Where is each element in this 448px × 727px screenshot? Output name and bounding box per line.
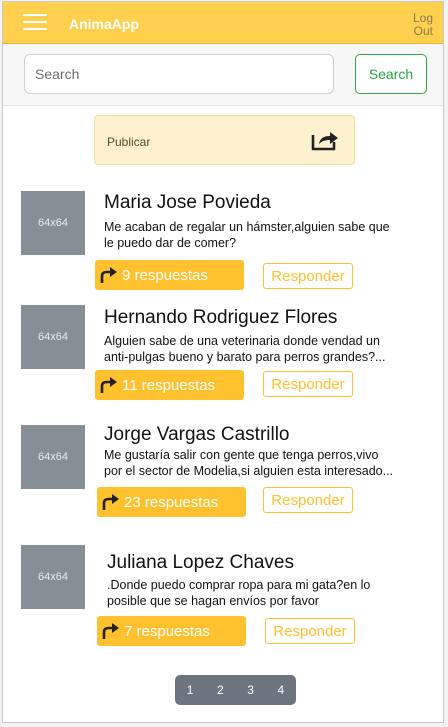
app-brand[interactable]: AnimaApp [69, 16, 139, 32]
reply-arrow-icon [100, 267, 117, 283]
post-avatar-placeholder: 64x64 [21, 545, 85, 609]
share-icon [311, 132, 338, 151]
replies-button[interactable]: 7 respuestas [97, 616, 246, 646]
post-text: Alguien sabe de una veterinaria donde ve… [104, 334, 386, 364]
respond-button[interactable]: Responder [265, 618, 355, 644]
post-item: 64x64 Juliana Lopez Chaves .Donde puedo … [3, 543, 443, 653]
post-text: Me acaban de regalar un hámster,alguien … [104, 220, 390, 250]
post-avatar-placeholder: 64x64 [21, 425, 85, 489]
page-2-button[interactable]: 2 [205, 675, 235, 705]
logout-label-line2: Out [413, 24, 433, 38]
hamburger-menu-icon[interactable] [23, 12, 47, 32]
search-bar: Search [3, 44, 443, 106]
replies-button[interactable]: 23 respuestas [97, 487, 246, 517]
post-author: Maria Jose Povieda [104, 192, 271, 213]
post-item: 64x64 Jorge Vargas Castrillo Me gustaría… [3, 423, 443, 533]
post-author: Hernando Rodriguez Flores [104, 307, 338, 328]
post-author: Juliana Lopez Chaves [107, 552, 294, 573]
respond-button[interactable]: Responder [263, 371, 353, 397]
reply-arrow-icon [102, 623, 119, 639]
respond-button[interactable]: Responder [263, 487, 353, 513]
replies-button[interactable]: 11 respuestas [95, 370, 244, 400]
top-navbar: AnimaApp Log Out [3, 2, 443, 44]
replies-count: 23 respuestas [124, 493, 219, 511]
app-frame: AnimaApp Log Out Search Publicar 64x64 M… [2, 1, 444, 723]
post-author: Jorge Vargas Castrillo [104, 424, 290, 445]
pagination: 1 2 3 4 [175, 675, 296, 705]
logout-link[interactable]: Log Out [407, 12, 433, 38]
search-input[interactable] [24, 54, 334, 94]
post-text: Me gustaría salir con gente que tenga pe… [104, 448, 394, 478]
page-1-button[interactable]: 1 [175, 675, 205, 705]
replies-count: 11 respuestas [122, 376, 216, 394]
post-avatar-placeholder: 64x64 [21, 305, 85, 369]
post-item: 64x64 Maria Jose Povieda Me acaban de re… [3, 189, 443, 299]
page-4-button[interactable]: 4 [266, 675, 296, 705]
replies-count: 9 respuestas [122, 266, 208, 284]
reply-arrow-icon [102, 494, 119, 510]
search-button[interactable]: Search [355, 54, 427, 94]
replies-count: 7 respuestas [124, 622, 210, 640]
publish-label: Publicar [107, 135, 151, 149]
post-item: 64x64 Hernando Rodriguez Flores Alguien … [3, 303, 443, 413]
respond-button[interactable]: Responder [263, 263, 353, 289]
publish-card[interactable]: Publicar [94, 115, 355, 165]
page-3-button[interactable]: 3 [236, 675, 266, 705]
post-text: .Donde puedo comprar ropa para mi gata?e… [107, 578, 371, 608]
replies-button[interactable]: 9 respuestas [95, 260, 244, 290]
post-avatar-placeholder: 64x64 [21, 191, 85, 255]
reply-arrow-icon [100, 377, 117, 393]
